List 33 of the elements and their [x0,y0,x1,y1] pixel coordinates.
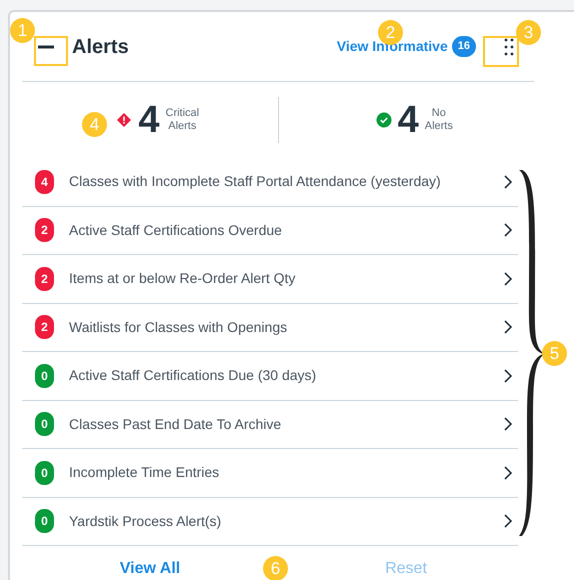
alert-count-badge: 0 [35,509,54,534]
alert-row[interactable]: 2 Waitlists for Classes with Openings [22,304,518,352]
alert-count-badge: 2 [35,218,54,242]
summary-count: 4 [138,101,160,139]
footer-button[interactable]: View All [120,557,180,580]
alert-label: Waitlists for Classes with Openings [69,318,288,337]
alert-row[interactable]: 2 Active Staff Certifications Overdue [22,206,518,255]
count-badge: 16 [452,36,476,57]
alert-label: Items at or below Re-Order Alert Qty [69,269,296,288]
summary-label: Alerts [424,120,453,133]
alert-count-badge: 2 [35,315,54,340]
summary-label: Alerts [168,120,196,133]
alert-row[interactable]: 0 Incomplete Time Entries [22,449,518,498]
card-title: Alerts [72,34,129,60]
alert-label: Yardstik Process Alert(s) [69,512,222,531]
alert-count-badge: 0 [35,460,54,485]
alert-count-badge: 0 [35,364,54,388]
alert-label: Active Staff Certifications Due (30 days) [69,366,316,386]
alert-row[interactable]: 0 Active Staff Certifications Due (30 days) [22,352,518,400]
alert-count-badge: 0 [35,412,54,436]
alert-row[interactable]: 0 Yardstik Process Alert(s) [22,498,518,546]
alert-label: Classes Past End Date To Archive [69,414,282,434]
summary-label: Critical [166,107,200,120]
summary-count: 4 [398,101,419,139]
alert-row[interactable]: 4 Classes with Incomplete Staff Portal Attendance (yesterday) [22,158,518,206]
alert-count-badge: 4 [35,170,54,194]
alert-row[interactable]: 2 Items at or below Re-Order Alert Qty [22,255,518,304]
alert-count-badge: 2 [35,266,54,291]
alert-label: Active Staff Certifications Overdue [69,220,282,240]
alert-label: Classes with Incomplete Staff Portal Attendance (yesterday) [69,172,441,192]
summary-label: No [432,107,446,120]
alert-row[interactable]: 0 Classes Past End Date To Archive [22,400,518,449]
alert-label: Incomplete Time Entries [69,463,220,482]
